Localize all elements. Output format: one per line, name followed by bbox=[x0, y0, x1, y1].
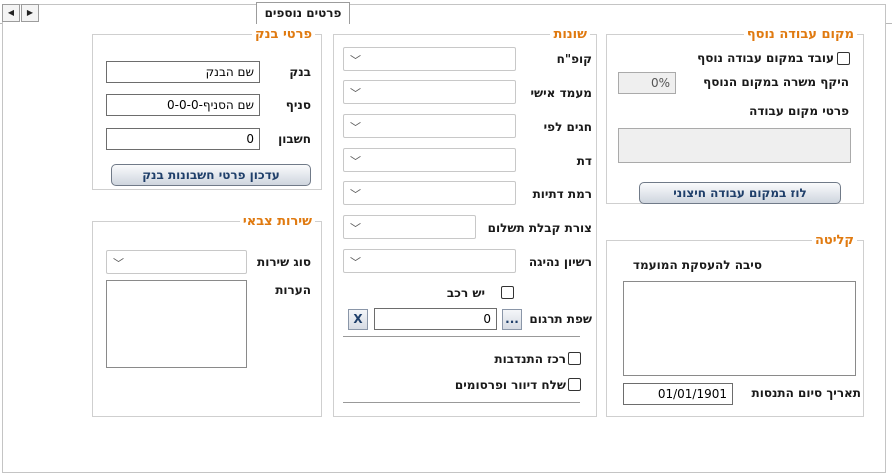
account-label: חשבון bbox=[278, 132, 311, 146]
has-car-checkbox[interactable] bbox=[501, 286, 514, 299]
workplace-scope-label: היקף משרה במקום הנוסף bbox=[703, 75, 849, 89]
divider bbox=[343, 336, 580, 337]
bank-legend: פרטי בנק bbox=[255, 27, 312, 42]
translation-language-input[interactable]: 0 bbox=[374, 308, 497, 330]
military-service-legend: שירות צבאי bbox=[242, 214, 312, 229]
chevron-down-icon: ﹀ bbox=[350, 222, 361, 235]
send-mail-label: שלח דיוור ופרסומים bbox=[454, 378, 566, 392]
religion-select[interactable]: ﹀ bbox=[343, 148, 516, 172]
chevron-down-icon: ﹀ bbox=[350, 87, 361, 100]
chevron-down-icon: ﹀ bbox=[350, 256, 361, 269]
intake-reason-textarea[interactable] bbox=[623, 281, 856, 376]
tab-additional-details[interactable]: פרטים נוספים bbox=[256, 2, 350, 25]
driving-license-select[interactable]: ﹀ bbox=[343, 249, 516, 273]
intake-legend: קליטה bbox=[814, 233, 854, 248]
chevron-down-icon: ﹀ bbox=[350, 54, 361, 67]
works-additional-checkbox[interactable] bbox=[837, 52, 850, 65]
chevron-down-icon: ﹀ bbox=[113, 257, 124, 270]
chevron-down-icon: ﹀ bbox=[350, 121, 361, 134]
military-notes-label: הערות bbox=[275, 283, 311, 297]
tab-bar bbox=[2, 4, 886, 24]
religiosity-select[interactable]: ﹀ bbox=[343, 181, 516, 205]
military-notes-textarea[interactable] bbox=[106, 280, 247, 368]
chevron-down-icon: ﹀ bbox=[350, 155, 361, 168]
personal-status-select[interactable]: ﹀ bbox=[343, 80, 516, 104]
payment-method-select[interactable]: ﹀ bbox=[343, 215, 476, 239]
send-mail-checkbox[interactable] bbox=[568, 378, 581, 391]
holidays-select[interactable]: ﹀ bbox=[343, 114, 516, 138]
religiosity-label: רמת דתיות bbox=[532, 187, 592, 201]
account-input[interactable]: 0 bbox=[106, 128, 260, 150]
service-type-label: סוג שירות bbox=[257, 255, 311, 269]
driving-license-label: רשיון נהיגה bbox=[528, 255, 592, 269]
trial-end-date-input[interactable]: 01/01/1901 bbox=[623, 383, 733, 405]
divider bbox=[343, 402, 580, 403]
tab-strip: ◀ ▶ פרטים נוספים bbox=[0, 0, 892, 25]
translation-language-label: שפת תרגום bbox=[529, 312, 592, 326]
religion-label: דת bbox=[576, 154, 592, 168]
additional-workplace-legend: מקום עבודה נוסף bbox=[746, 27, 854, 42]
misc-legend: שונות bbox=[553, 27, 587, 42]
health-fund-select[interactable]: ﹀ bbox=[343, 47, 516, 71]
branch-label: סניף bbox=[285, 98, 311, 112]
workplace-details-textarea[interactable] bbox=[618, 128, 851, 163]
chevron-down-icon: ﹀ bbox=[350, 188, 361, 201]
service-type-select[interactable]: ﹀ bbox=[106, 250, 247, 274]
tab-scroll-right-icon[interactable]: ▶ bbox=[21, 4, 39, 22]
external-schedule-button[interactable]: לוז במקום עבודה חיצוני bbox=[639, 182, 841, 204]
bank-name-input[interactable]: שם הבנק bbox=[106, 61, 260, 83]
volunteer-coordinator-checkbox[interactable] bbox=[568, 352, 581, 365]
tab-scroll-left-icon[interactable]: ◀ bbox=[2, 4, 20, 22]
volunteer-coordinator-label: רכז התנדבות bbox=[494, 352, 566, 366]
holidays-label: חגים לפי bbox=[543, 120, 592, 134]
bank-label: בנק bbox=[289, 65, 311, 79]
workplace-scope-input[interactable]: 0% bbox=[618, 72, 676, 94]
translation-browse-button[interactable]: ... bbox=[502, 309, 522, 330]
personal-status-label: מעמד אישי bbox=[530, 86, 593, 100]
workplace-details-label: פרטי מקום עבודה bbox=[749, 104, 849, 118]
has-car-label: יש רכב bbox=[446, 286, 485, 300]
health-fund-label: קופ"ח bbox=[556, 52, 592, 66]
works-additional-label: עובד במקום עבודה נוסף bbox=[697, 51, 834, 65]
intake-reason-label: סיבה להעסקת המועמד bbox=[632, 258, 762, 272]
translation-clear-button[interactable]: X bbox=[348, 309, 368, 330]
trial-end-date-label: תאריך סיום התנסות bbox=[751, 386, 862, 400]
branch-input[interactable]: שם הסניף-0-0-0 bbox=[106, 94, 260, 116]
update-bank-accounts-button[interactable]: עדכון פרטי חשבונות בנק bbox=[111, 164, 311, 186]
payment-method-label: צורת קבלת תשלום bbox=[487, 221, 592, 235]
